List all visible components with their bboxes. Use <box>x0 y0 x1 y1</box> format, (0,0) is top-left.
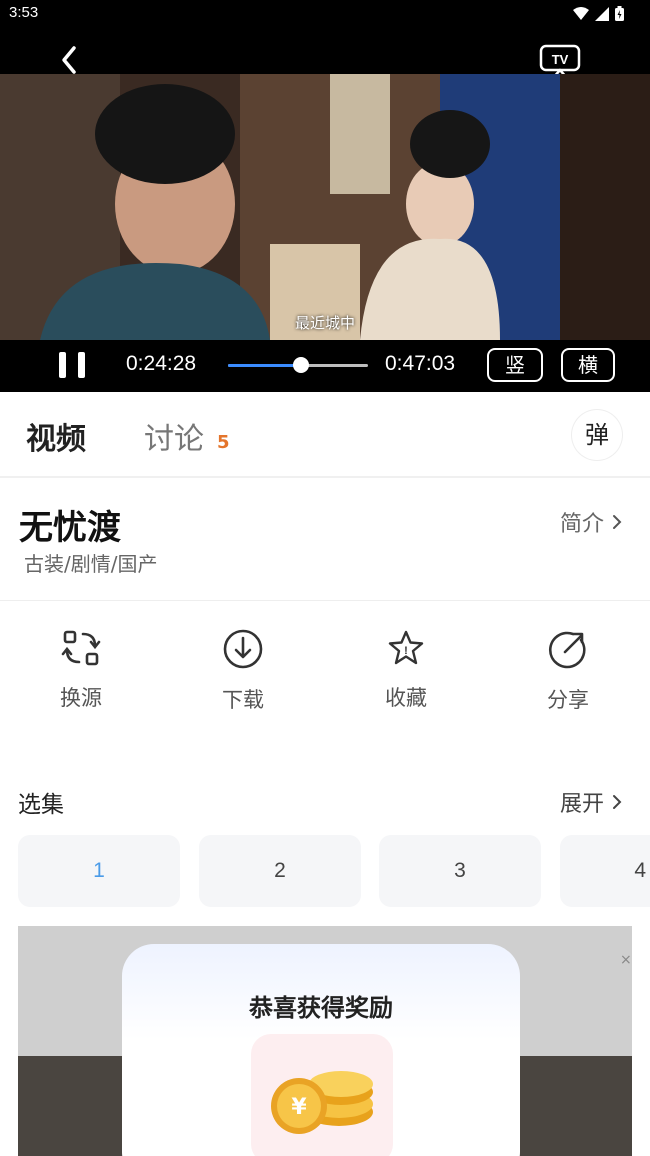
episode-button-3[interactable]: 3 <box>379 835 541 907</box>
video-player[interactable]: 最近城中 0:24:28 0:47:03 竖 横 <box>0 74 650 392</box>
signal-icon <box>595 6 609 21</box>
content-tabs: 视频 讨论 5 弹 <box>0 392 650 478</box>
svg-text:¥: ¥ <box>291 1095 307 1120</box>
status-bar: 3:53 <box>0 0 650 28</box>
switch-source-button[interactable]: 换源 <box>21 628 141 712</box>
episode-button-1[interactable]: 1 <box>18 835 180 907</box>
expand-episodes-link[interactable]: 展开 <box>560 786 622 818</box>
show-genres: 古装/剧情/国产 <box>24 552 158 576</box>
tab-discuss[interactable]: 讨论 <box>144 414 204 458</box>
favorite-button[interactable]: ! 收藏 <box>346 628 466 712</box>
download-icon <box>223 629 263 669</box>
intro-label: 简介 <box>560 512 605 537</box>
chevron-left-icon <box>62 46 76 74</box>
status-time: 3:53 <box>9 4 39 21</box>
battery-icon <box>615 6 624 21</box>
episode-button-4[interactable]: 4 <box>560 835 650 907</box>
episodes-header: 选集 <box>18 792 64 818</box>
svg-text:!: ! <box>404 645 408 657</box>
vertical-mode-button[interactable]: 竖 <box>487 348 543 382</box>
ad-close-button[interactable]: × <box>620 952 632 968</box>
coin-card: ¥ <box>251 1034 393 1156</box>
cast-tv-button[interactable]: TV <box>538 44 582 79</box>
download-label: 下载 <box>222 688 264 712</box>
seek-bar[interactable] <box>228 357 368 373</box>
total-time: 0:47:03 <box>385 352 456 375</box>
video-frame <box>0 74 650 340</box>
danmaku-toggle-button[interactable]: 弹 <box>572 410 622 460</box>
pause-button[interactable] <box>58 350 88 380</box>
seek-bar-handle[interactable] <box>292 357 309 373</box>
status-icons <box>573 6 624 21</box>
tv-cast-icon: TV <box>539 44 581 79</box>
video-subtitle: 最近城中 <box>294 314 355 332</box>
seek-bar-progress <box>228 364 301 367</box>
discuss-count-badge: 5 <box>217 432 230 453</box>
share-button[interactable]: 分享 <box>508 628 628 714</box>
pause-icon-bar <box>78 352 85 378</box>
section-divider <box>0 600 650 601</box>
player-top-bar: TV <box>0 28 650 79</box>
share-icon <box>548 631 586 669</box>
wifi-icon <box>573 6 589 20</box>
danmaku-icon: 弹 <box>585 421 609 449</box>
star-icon: ! <box>388 630 424 665</box>
switch-source-icon <box>61 630 101 666</box>
show-title: 无忧渡 <box>19 508 121 548</box>
expand-label: 展开 <box>560 792 605 817</box>
horizontal-mode-button[interactable]: 横 <box>561 348 615 382</box>
favorite-label: 收藏 <box>385 686 427 710</box>
reward-popup-title: 恭喜获得奖励 <box>249 994 393 1022</box>
episode-button-2[interactable]: 2 <box>199 835 361 907</box>
current-time: 0:24:28 <box>126 352 197 375</box>
chevron-right-icon <box>613 515 622 529</box>
download-button[interactable]: 下载 <box>183 628 303 714</box>
share-label: 分享 <box>547 688 589 712</box>
coin-stack-icon: ¥ <box>271 1071 373 1134</box>
chevron-right-icon <box>613 795 622 809</box>
reward-popup[interactable]: 恭喜获得奖励 ¥ <box>122 944 520 1156</box>
back-button[interactable] <box>52 42 88 78</box>
intro-link[interactable]: 简介 <box>560 506 622 538</box>
switch-source-label: 换源 <box>60 686 102 710</box>
player-controls: 0:24:28 0:47:03 竖 横 <box>0 340 650 392</box>
pause-icon <box>59 352 66 378</box>
tab-video[interactable]: 视频 <box>26 414 86 458</box>
app-root: 3:53 TV 最近城中 0:24:28 0:47:03 竖 横 视频 讨论 5… <box>0 0 650 1156</box>
svg-text:TV: TV <box>552 52 569 67</box>
